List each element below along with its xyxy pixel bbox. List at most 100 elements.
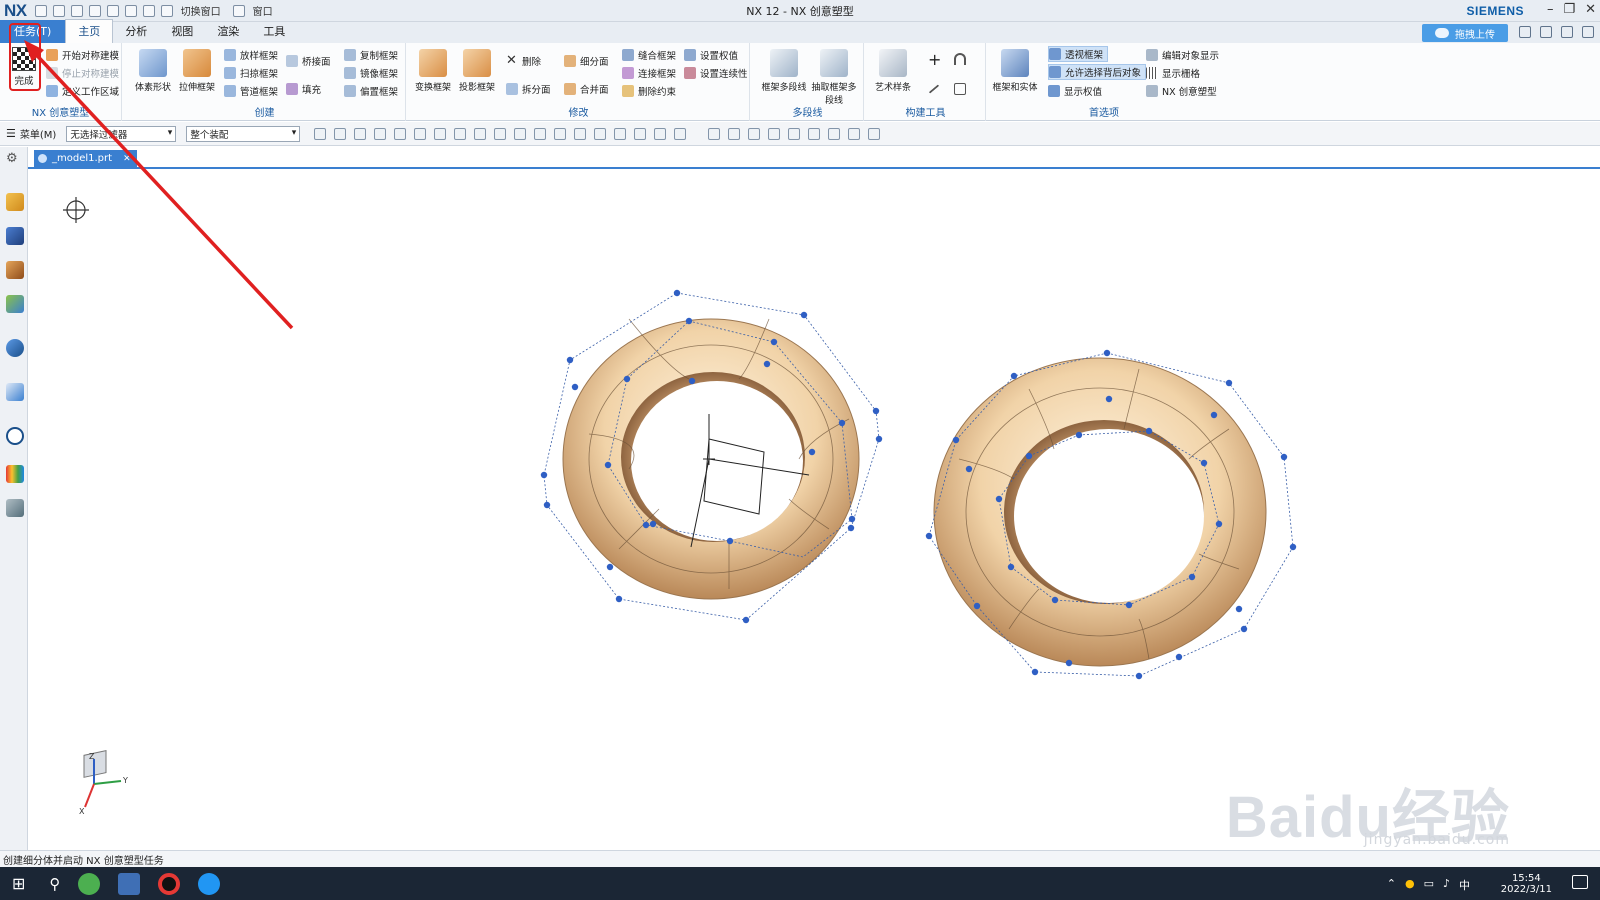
recorder-icon[interactable] [158, 872, 181, 895]
fill-button[interactable]: 填充 [286, 81, 321, 97]
loft-cage-button[interactable]: 放样框架 [224, 47, 278, 63]
collapse-ribbon-icon[interactable] [1561, 26, 1573, 38]
system-materials-icon[interactable] [6, 465, 24, 483]
view-orient-icon[interactable] [708, 127, 721, 140]
tab-render[interactable]: 渲染 [205, 20, 251, 43]
layer-icon[interactable] [848, 127, 861, 140]
rectangle-select-icon[interactable] [394, 127, 407, 140]
close-tab-icon[interactable]: ✕ [123, 154, 131, 164]
ime-indicator[interactable]: 中 [1459, 877, 1470, 893]
command-search-icon[interactable] [1519, 26, 1531, 38]
web-browser-icon[interactable] [6, 339, 24, 357]
restore-icon[interactable]: ❐ [1563, 2, 1575, 17]
show-weights-toggle[interactable]: 显示权值 [1048, 83, 1102, 99]
transform-cage-button[interactable]: 变换框架 [412, 49, 454, 93]
menu-button[interactable]: ☰ 菜单(M) [6, 126, 56, 141]
vertex-snap-icon[interactable] [454, 127, 467, 140]
switch-window-button[interactable]: 切换窗口 [181, 3, 221, 18]
constraint-navigator-icon[interactable] [6, 227, 24, 245]
bounded-grid-icon[interactable] [674, 127, 687, 140]
tab-view[interactable]: 视图 [159, 20, 205, 43]
selection-scope-dropdown[interactable]: 整个装配 [186, 125, 301, 142]
point-snap-icon[interactable] [594, 127, 607, 140]
offset-cage-button[interactable]: 偏置框架 [344, 83, 398, 99]
touch-mode-icon[interactable] [142, 4, 155, 17]
assembly-navigator-icon[interactable] [6, 193, 24, 211]
selection-mode-icon[interactable] [354, 127, 367, 140]
help-icon[interactable] [1582, 26, 1594, 38]
edit-object-display-button[interactable]: 编辑对象显示 [1146, 47, 1219, 63]
network-icon[interactable]: ▭ [1424, 877, 1434, 893]
sew-cage-button[interactable]: 缝合框架 [622, 47, 676, 63]
history-icon[interactable] [6, 383, 24, 401]
tangent-snap-icon[interactable] [534, 127, 547, 140]
spline-snap-icon[interactable] [514, 127, 527, 140]
type-filter-dropdown[interactable]: 无选择过滤器 [66, 125, 177, 142]
window-icon[interactable] [232, 4, 245, 17]
transparent-cage-toggle[interactable]: 透视框架 [1048, 46, 1109, 62]
deselect-icon[interactable] [334, 127, 347, 140]
sketch-plane-icon[interactable] [954, 81, 970, 97]
define-work-region-button[interactable]: 定义工作区域 [46, 83, 119, 99]
select-behind-toggle[interactable]: 允许选择背后对象 [1048, 64, 1147, 80]
tab-tools[interactable]: 工具 [251, 20, 297, 43]
tab-home[interactable]: 主页 [65, 19, 114, 43]
primitive-shape-button[interactable]: 体素形状 [132, 49, 174, 93]
wcs-icon[interactable] [868, 127, 881, 140]
document-tab[interactable]: _model1.prt ✕ [34, 150, 137, 167]
center-snap-icon[interactable] [554, 127, 567, 140]
torus-right[interactable] [925, 349, 1297, 680]
body-select-icon[interactable] [434, 127, 447, 140]
cage-and-body-button[interactable]: 框架和实体 [992, 49, 1038, 93]
set-weight-button[interactable]: 设置权值 [684, 47, 738, 63]
roles-icon[interactable] [6, 499, 24, 517]
pan-view-icon[interactable] [768, 127, 781, 140]
line-icon[interactable] [928, 81, 944, 97]
pipe-cage-button[interactable]: 管道框架 [224, 83, 278, 99]
volume-icon[interactable]: ♪ [1443, 877, 1450, 893]
print-icon[interactable] [106, 4, 119, 17]
point-icon[interactable]: + [928, 50, 941, 69]
app-icon[interactable] [198, 872, 221, 895]
mirror-cage-button[interactable]: 镜像框架 [344, 65, 398, 81]
edge-snap-icon[interactable] [474, 127, 487, 140]
lasso-icon[interactable] [374, 127, 387, 140]
bridge-face-button[interactable]: 桥接面 [286, 53, 331, 69]
nx-taskbar-icon[interactable] [118, 872, 141, 895]
project-cage-button[interactable]: 投影框架 [456, 49, 498, 93]
set-continuity-button[interactable]: 设置连续性 [684, 65, 748, 81]
intersection-snap-icon[interactable] [634, 127, 647, 140]
subdivide-face-button[interactable]: 细分面 [564, 53, 609, 69]
paste-icon[interactable] [88, 4, 101, 17]
delete-button[interactable]: ✕ 删除 [506, 53, 541, 69]
tray-app-icon[interactable]: ● [1405, 877, 1415, 893]
split-face-button[interactable]: 拆分面 [506, 81, 551, 97]
copy-icon[interactable] [70, 4, 83, 17]
close-icon[interactable]: ✕ [1585, 2, 1596, 17]
extrude-cage-button[interactable]: 拉伸框架 [176, 49, 218, 93]
arc-icon[interactable] [954, 51, 970, 67]
graphics-window[interactable]: Z Y X [29, 169, 1600, 850]
render-style-icon[interactable] [808, 127, 821, 140]
extract-cage-polyline-button[interactable]: 抽取框架多段线 [810, 49, 858, 106]
start-icon[interactable]: ⊞ [12, 874, 25, 893]
show-grid-toggle[interactable]: 显示栅格 [1146, 65, 1200, 81]
settings-icon[interactable]: ⚙ [6, 151, 24, 169]
copy-cage-button[interactable]: 复制框架 [344, 47, 398, 63]
clock[interactable]: 15:54 2022/3/11 [1501, 873, 1552, 895]
face-select-icon[interactable] [414, 127, 427, 140]
cage-polyline-button[interactable]: 框架多段线 [760, 49, 808, 93]
tray-arrow-icon[interactable]: ⌃ [1387, 877, 1396, 893]
screen-capture-icon[interactable] [728, 127, 741, 140]
connect-cage-button[interactable]: 连接框架 [622, 65, 676, 81]
undo-icon[interactable] [34, 4, 47, 17]
taskbar-search-icon[interactable]: ⚲ [49, 875, 60, 893]
window-layout-icon[interactable] [1540, 26, 1552, 38]
switch-window-icon[interactable] [160, 4, 173, 17]
minimize-icon[interactable]: – [1547, 2, 1554, 17]
midpoint-snap-icon[interactable] [614, 127, 627, 140]
surface-snap-icon[interactable] [654, 127, 667, 140]
nx-creative-prefs-button[interactable]: NX 创意塑型 [1146, 83, 1217, 99]
reuse-library-icon[interactable] [6, 295, 24, 313]
redo-icon[interactable] [52, 4, 65, 17]
